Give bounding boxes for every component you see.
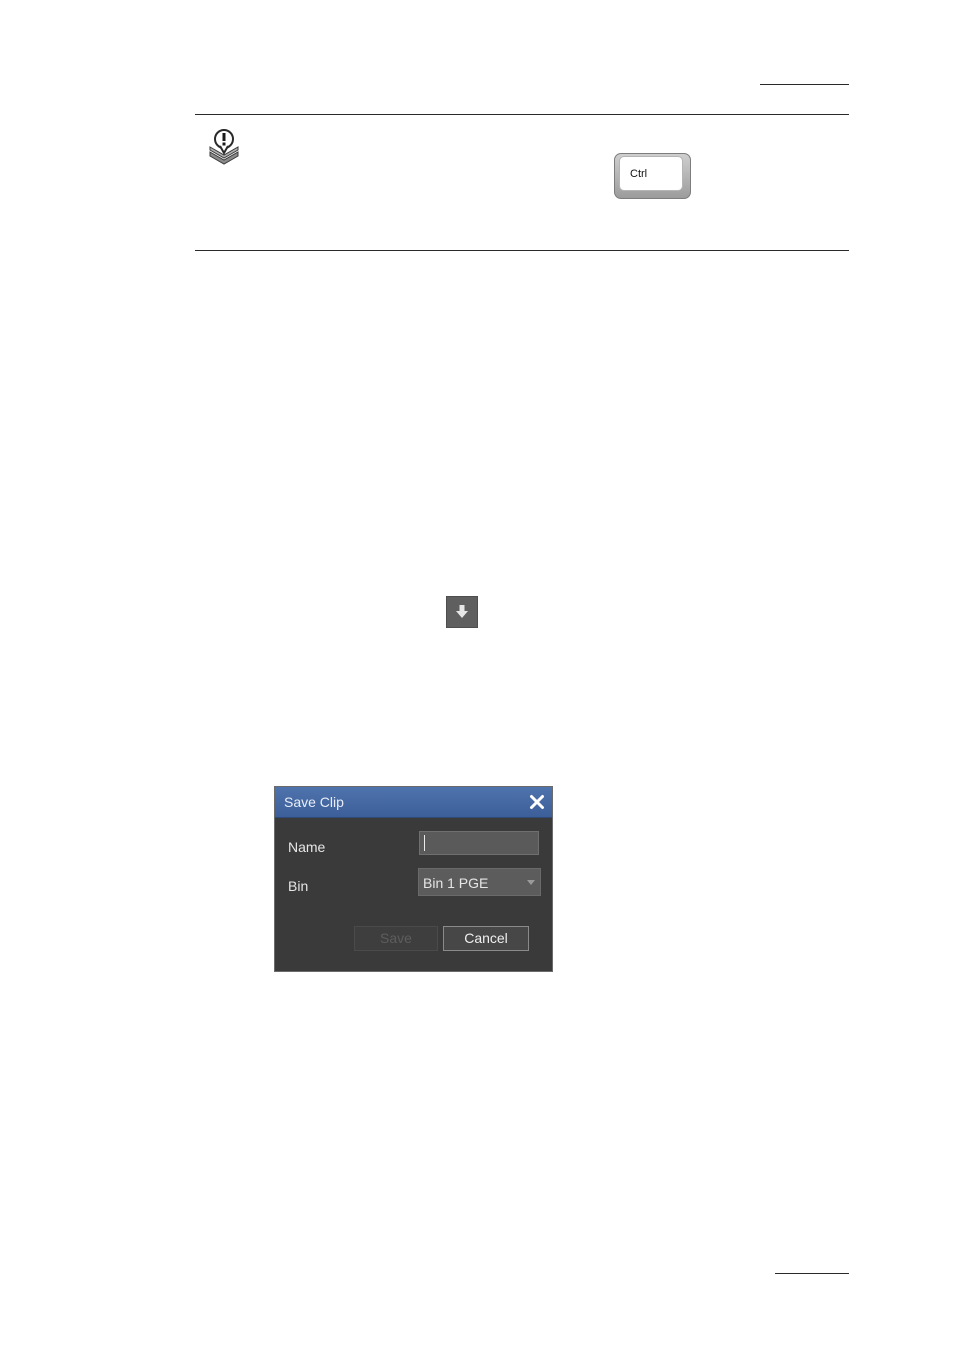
dialog-title: Save Clip — [284, 794, 344, 810]
cancel-button[interactable]: Cancel — [443, 926, 529, 951]
dialog-titlebar: Save Clip — [275, 787, 552, 818]
footer-rule — [775, 1273, 849, 1274]
text-cursor — [424, 835, 425, 851]
chevron-down-icon — [527, 880, 535, 885]
ctrl-key-label: Ctrl — [630, 168, 648, 180]
note-bottom-rule — [195, 250, 849, 251]
down-arrow-button[interactable] — [446, 596, 478, 628]
save-button[interactable]: Save — [354, 926, 438, 951]
save-clip-dialog: Save Clip Name Bin Bin 1 PGE Save Cancel — [274, 786, 553, 972]
close-icon[interactable] — [529, 794, 545, 810]
ctrl-key-image: Ctrl — [614, 153, 691, 199]
name-label: Name — [288, 839, 326, 855]
bin-selected-value: Bin 1 PGE — [423, 875, 489, 891]
note-top-rule — [195, 114, 849, 115]
name-input[interactable] — [419, 831, 539, 855]
bin-select[interactable]: Bin 1 PGE — [418, 868, 541, 896]
header-rule — [760, 84, 849, 85]
down-arrow-icon — [456, 605, 468, 618]
ctrl-key-face: Ctrl — [619, 156, 683, 191]
note-exclamation-icon — [209, 129, 239, 165]
bin-label: Bin — [288, 878, 309, 894]
